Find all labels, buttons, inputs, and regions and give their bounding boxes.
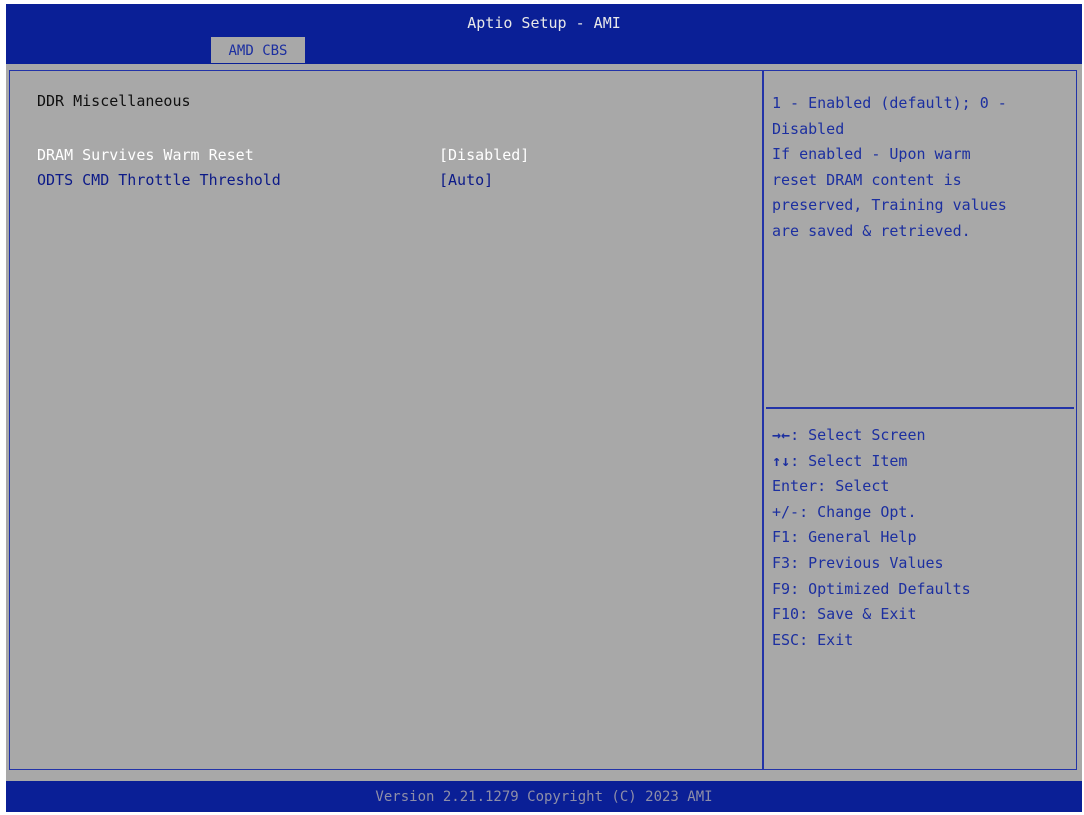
odts-cmd-throttle-threshold-value[interactable]: [Auto] [439, 168, 493, 193]
help-line: If enabled - Upon warm [772, 145, 971, 163]
key-hint-exit: ESC: Exit [772, 630, 854, 649]
help-line: Disabled [772, 119, 845, 138]
footer-bar: Version 2.21.1279 Copyright (C) 2023 AMI [6, 781, 1082, 812]
vertical-divider [762, 70, 764, 770]
arrows-left-right-icon: →← [772, 426, 791, 444]
section-title: DDR Miscellaneous [37, 92, 191, 110]
tab-amd-cbs[interactable]: AMD CBS [211, 37, 305, 63]
dram-survives-warm-reset-option[interactable]: DRAM Survives Warm Reset [37, 143, 254, 168]
window-title: Aptio Setup - AMI [467, 14, 621, 32]
key-hint-optimized-defaults: F9: Optimized Defaults [772, 579, 971, 598]
help-divider [766, 407, 1074, 409]
bios-screen: Aptio Setup - AMI AMD CBS DDR Miscellane… [6, 4, 1082, 812]
key-hint-change-opt: +/-: Change Opt. [772, 502, 917, 521]
help-line: 1 - Enabled (default); 0 - [772, 94, 1007, 112]
item-help-panel: 1 - Enabled (default); 0 - Disabled If e… [772, 91, 1074, 244]
key-hint-select-item: ↑↓: Select Item [772, 451, 908, 470]
help-line: reset DRAM content is [772, 170, 962, 189]
key-hint-general-help: F1: General Help [772, 528, 917, 547]
key-hint-save-exit: F10: Save & Exit [772, 605, 917, 624]
key-hint-select-screen: →←: Select Screen [772, 426, 926, 444]
odts-cmd-throttle-threshold-option[interactable]: ODTS CMD Throttle Threshold [37, 168, 281, 193]
help-line: preserved, Training values [772, 196, 1007, 214]
header-bar: Aptio Setup - AMI AMD CBS [6, 4, 1082, 64]
help-line: are saved & retrieved. [772, 221, 971, 240]
arrows-up-down-icon: ↑↓ [772, 451, 791, 470]
dram-survives-warm-reset-value[interactable]: [Disabled] [439, 143, 529, 168]
key-hint-enter: Enter: Select [772, 477, 890, 496]
key-legend: →←: Select Screen ↑↓: Select Item Enter:… [772, 423, 971, 653]
key-hint-previous-values: F3: Previous Values [772, 553, 944, 572]
version-copyright: Version 2.21.1279 Copyright (C) 2023 AMI [375, 789, 713, 805]
